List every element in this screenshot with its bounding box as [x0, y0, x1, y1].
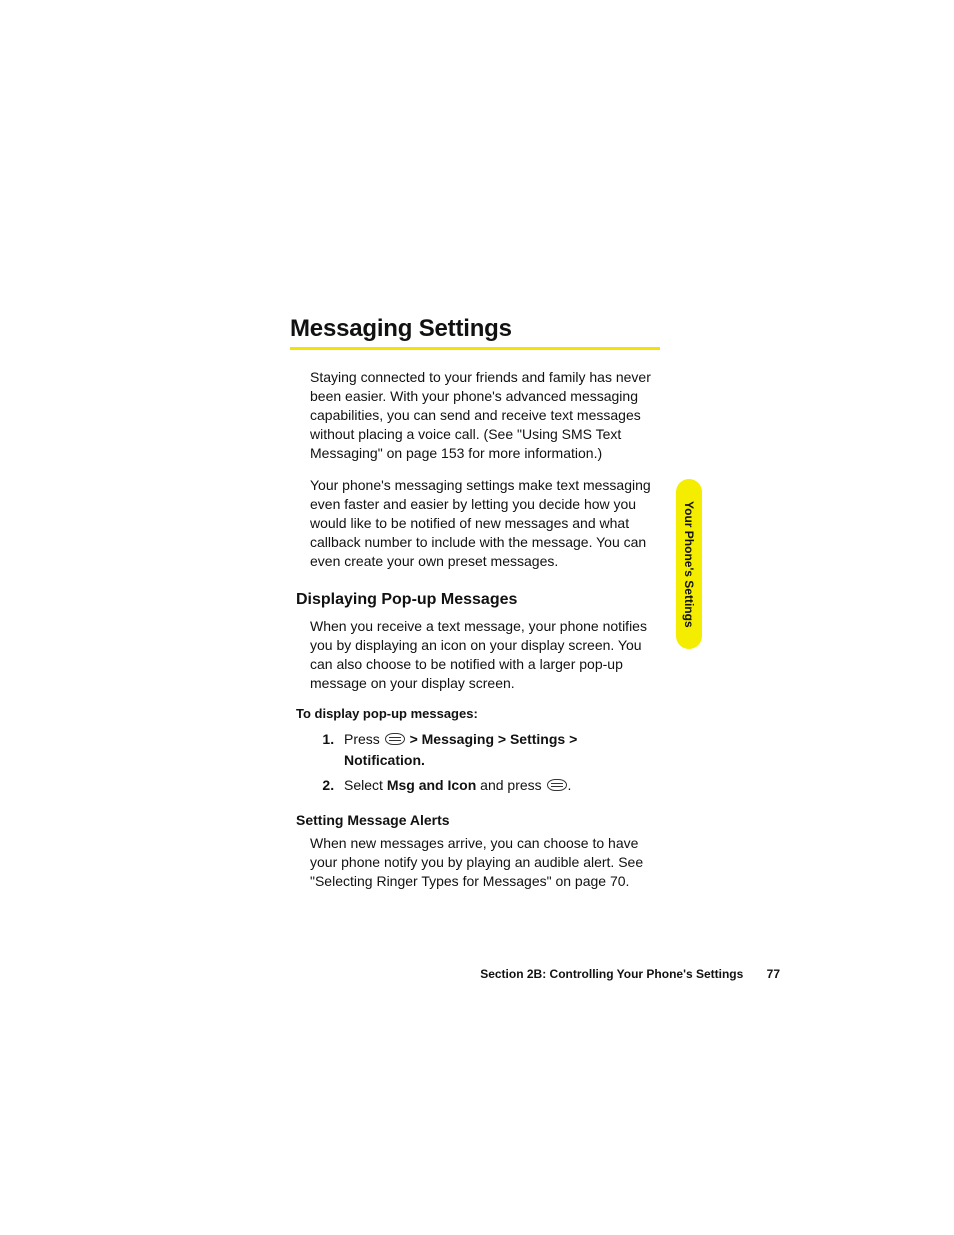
intro-paragraph-2: Your phone's messaging settings make tex… — [310, 476, 655, 570]
popup-paragraph: When you receive a text message, your ph… — [310, 617, 655, 693]
page-footer: Section 2B: Controlling Your Phone's Set… — [290, 967, 954, 981]
instruction-lead: To display pop-up messages: — [296, 706, 660, 721]
step-1: Press > Messaging > Settings > Notificat… — [338, 729, 660, 771]
subheading-alerts: Setting Message Alerts — [296, 812, 660, 828]
alerts-paragraph: When new messages arrive, you can choose… — [310, 834, 655, 891]
section-tab: Your Phone's Settings — [676, 479, 702, 649]
footer-page-number: 77 — [767, 967, 780, 981]
page-content: Messaging Settings Staying connected to … — [290, 315, 660, 905]
menu-key-icon — [547, 779, 567, 791]
section-title: Messaging Settings — [290, 315, 660, 343]
subheading-popup: Displaying Pop-up Messages — [296, 591, 660, 609]
title-underline — [290, 347, 660, 350]
step-1-pre: Press — [344, 731, 384, 747]
menu-key-icon — [385, 733, 405, 745]
step-2-bold: Msg and Icon — [387, 777, 476, 793]
step-2-end: . — [568, 777, 572, 793]
step-2: Select Msg and Icon and press . — [338, 775, 660, 796]
step-2-pre: Select — [344, 777, 387, 793]
intro-paragraph-1: Staying connected to your friends and fa… — [310, 368, 655, 462]
section-tab-label: Your Phone's Settings — [682, 501, 696, 628]
footer-section-label: Section 2B: Controlling Your Phone's Set… — [480, 967, 743, 981]
steps-list: Press > Messaging > Settings > Notificat… — [320, 729, 660, 796]
step-2-mid: and press — [476, 777, 545, 793]
